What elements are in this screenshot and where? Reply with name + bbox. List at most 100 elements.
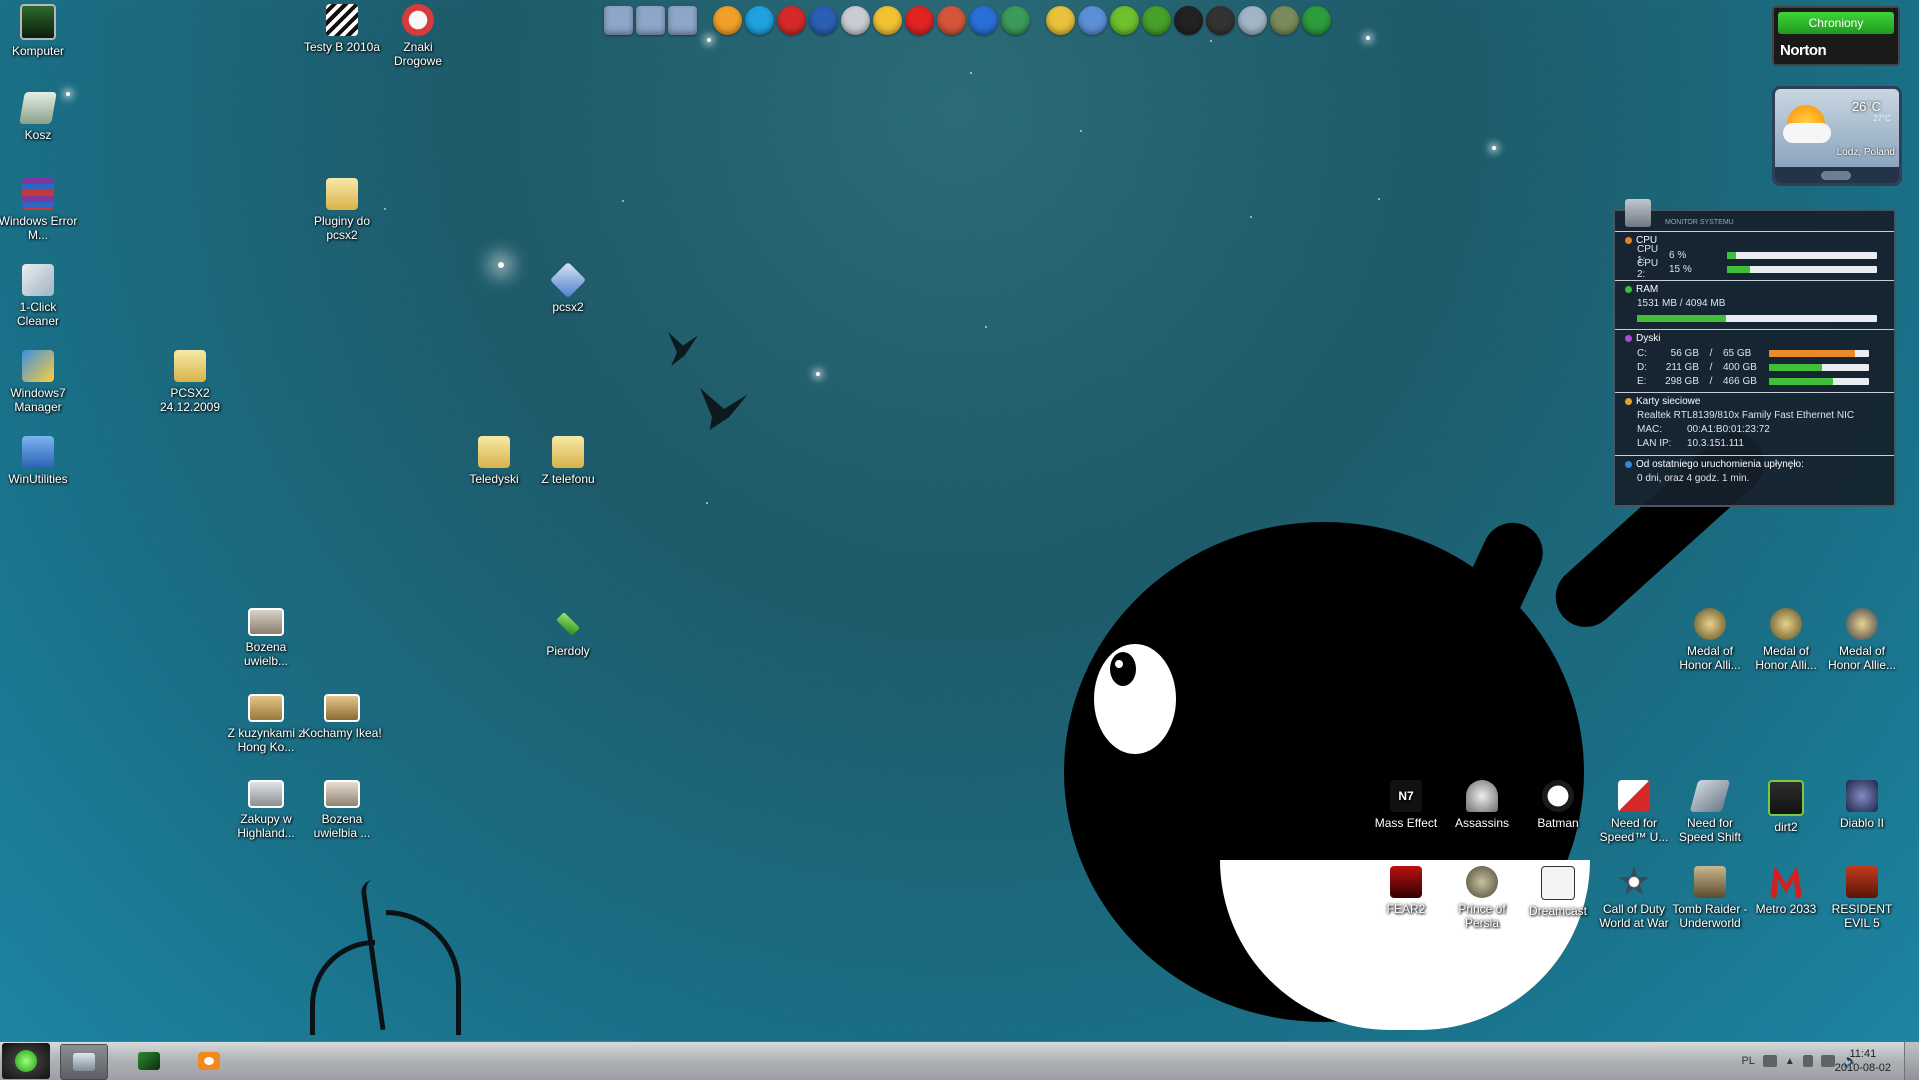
info-icon[interactable]: [1302, 6, 1331, 35]
ink-icon[interactable]: [841, 6, 870, 35]
desktop-icon-label: Windows7 Manager: [10, 386, 66, 414]
clock[interactable]: 11:41 2010-08-02: [1835, 1047, 1891, 1075]
start-button[interactable]: [2, 1043, 50, 1079]
nfs-icon: [1618, 780, 1650, 812]
power-icon[interactable]: [905, 6, 934, 35]
uptime-text: 0 dni, oraz 4 godz. 1 min.: [1637, 473, 1750, 484]
desktop-icon-winutilities[interactable]: WinUtilities: [0, 436, 78, 486]
desktop-icon-pcsx2-zip[interactable]: PCSX2 24.12.2009: [150, 350, 230, 414]
desktop-icon-dirt2[interactable]: dirt2: [1746, 780, 1826, 834]
camera-icon[interactable]: [1238, 6, 1267, 35]
desktop-icon-label: Need for Speed™ U...: [1599, 816, 1669, 844]
globe-icon[interactable]: [937, 6, 966, 35]
network-icon[interactable]: [1820, 1055, 1835, 1067]
desktop-icon-1-click-cleaner[interactable]: 1-Click Cleaner: [0, 264, 78, 328]
desktop-icon-label: Z telefonu: [541, 472, 595, 486]
show-desktop-button[interactable]: [1904, 1042, 1919, 1080]
medal-icon: [1770, 608, 1802, 640]
desktop-icon-photo[interactable]: Z kuzynkami z Hong Ko...: [226, 694, 306, 754]
desktop-icon-windows7-manager[interactable]: Windows7 Manager: [0, 350, 78, 414]
desktop-icon-dreamcast[interactable]: Dreamcast: [1518, 866, 1598, 918]
phone-icon[interactable]: [1078, 6, 1107, 35]
desktop-icon-nfs-shift[interactable]: Need for Speed Shift: [1670, 780, 1750, 844]
weather-toggle[interactable]: [1821, 171, 1851, 180]
metro-icon: [1770, 866, 1802, 898]
ii-icon[interactable]: [1046, 6, 1075, 35]
disk-row: C: 56 GB / 65 GB: [1625, 346, 1894, 360]
desktop-icon-metro-2033[interactable]: Metro 2033: [1746, 866, 1826, 916]
desktop-icon-pcsx2[interactable]: pcsx2: [528, 261, 608, 314]
desktop-icon-call-of-duty[interactable]: Call of Duty World at War: [1594, 866, 1674, 930]
desktop-icon-assassins[interactable]: Assassins: [1442, 780, 1522, 830]
hp-icon[interactable]: [1174, 6, 1203, 35]
desktop-icon-photo[interactable]: Bozena uwielbia ...: [302, 780, 382, 840]
smiley-icon[interactable]: [713, 6, 742, 35]
desktop-icon-teledyski[interactable]: Teledyski: [454, 436, 534, 486]
skype-icon[interactable]: [745, 6, 774, 35]
desktop-icon-resident-evil-5[interactable]: RESIDENT EVIL 5: [1822, 866, 1902, 930]
monitor-icon[interactable]: [1001, 6, 1030, 35]
desktop-icon-label: Kochamy Ikea!: [302, 726, 382, 740]
gear-icon[interactable]: [1142, 6, 1171, 35]
taskbar-button-explorer[interactable]: [60, 1044, 108, 1080]
norton-gadget[interactable]: Chroniony Norton: [1772, 6, 1900, 66]
desktop-icon-label: Assassins: [1454, 816, 1510, 830]
desktop-icon-medal-of-honor[interactable]: Medal of Honor Alli...: [1746, 608, 1826, 672]
folder-open-icon[interactable]: [668, 6, 697, 35]
gmail-icon[interactable]: [777, 6, 806, 35]
box-icon[interactable]: [1270, 6, 1299, 35]
dirt2-icon: [1768, 780, 1804, 816]
taskbar-button-winrar[interactable]: [126, 1044, 172, 1078]
desktop-icon-z-telefonu[interactable]: Z telefonu: [528, 436, 608, 486]
desktop-icon-photo[interactable]: Kochamy Ikea!: [302, 694, 382, 740]
hp-small-icon[interactable]: [1206, 6, 1235, 35]
diablo-icon: [1846, 780, 1878, 812]
desktop-icon-label: Medal of Honor Alli...: [1679, 644, 1741, 672]
keyboard-icon[interactable]: [1762, 1055, 1777, 1067]
desktop-icon-mass-effect[interactable]: N7 Mass Effect: [1366, 780, 1446, 830]
desktop-icon-windows-error[interactable]: Windows Error M...: [0, 178, 78, 242]
butterfly: [668, 332, 698, 366]
desktop-icon-medal-of-honor[interactable]: Medal of Honor Alli...: [1670, 608, 1750, 672]
desktop-icon-pierdoly[interactable]: Pierdoly: [528, 608, 608, 658]
taskbar: PL ▲ 🔊 11:41 2010-08-02: [0, 1041, 1919, 1080]
folder-open-icon[interactable]: [604, 6, 633, 35]
desktop-icon-label: Need for Speed Shift: [1678, 816, 1742, 844]
taskbar-button-media-player[interactable]: [186, 1044, 232, 1078]
desktop-icon-pluginy[interactable]: Pluginy do pcsx2: [302, 178, 382, 242]
desktop-icon-testy[interactable]: Testy B 2010a: [302, 4, 382, 54]
cpu-value: 6 %: [1669, 249, 1687, 261]
clock-time: 11:41: [1849, 1048, 1877, 1060]
star: [1492, 146, 1496, 150]
desktop-icon-znaki[interactable]: Znaki Drogowe: [378, 4, 458, 68]
desktop-icon-komputer[interactable]: Komputer: [0, 4, 78, 58]
windows7-manager-icon: [22, 350, 54, 382]
weather-gadget[interactable]: 26°C 27°C Lodz, Poland: [1772, 86, 1902, 186]
flash-icon[interactable]: [969, 6, 998, 35]
desktop-icon-prince-of-persia[interactable]: Prince of Persia: [1442, 866, 1522, 930]
folder-icon: [326, 178, 358, 210]
folder-open-icon[interactable]: [636, 6, 665, 35]
desktop-icon-label: Teledyski: [469, 472, 519, 486]
desktop-icon-nfs-undercover[interactable]: Need for Speed™ U...: [1594, 780, 1674, 844]
desktop-icon-photo[interactable]: Zakupy w Highland...: [226, 780, 306, 840]
ovi-icon[interactable]: [1110, 6, 1139, 35]
star: [1366, 36, 1370, 40]
desktop-icon-batman[interactable]: Batman: [1518, 780, 1598, 830]
butterfly: [700, 388, 748, 430]
desktop-icon-tomb-raider[interactable]: Tomb Raider - Underworld: [1670, 866, 1750, 930]
norton-status[interactable]: Chroniony: [1778, 12, 1894, 34]
desktop-icon-kosz[interactable]: Kosz: [0, 92, 78, 142]
ram-text: 1531 MB / 4094 MB: [1637, 298, 1726, 309]
desktop-icon-label: 1-Click Cleaner: [16, 300, 60, 328]
a-icon[interactable]: [809, 6, 838, 35]
star: [1210, 40, 1212, 42]
desktop-icon-fear2[interactable]: FEAR2: [1366, 866, 1446, 916]
desktop-icon-photo[interactable]: Bozena uwielb...: [226, 608, 306, 668]
lightning-icon[interactable]: [873, 6, 902, 35]
show-hidden-icons-icon[interactable]: ▲: [1785, 1056, 1795, 1067]
flag-icon[interactable]: [1802, 1055, 1813, 1067]
desktop-icon-diablo[interactable]: Diablo II: [1822, 780, 1902, 830]
desktop-icon-medal-of-honor[interactable]: Medal of Honor Allie...: [1822, 608, 1902, 672]
language-indicator[interactable]: PL: [1741, 1055, 1754, 1067]
